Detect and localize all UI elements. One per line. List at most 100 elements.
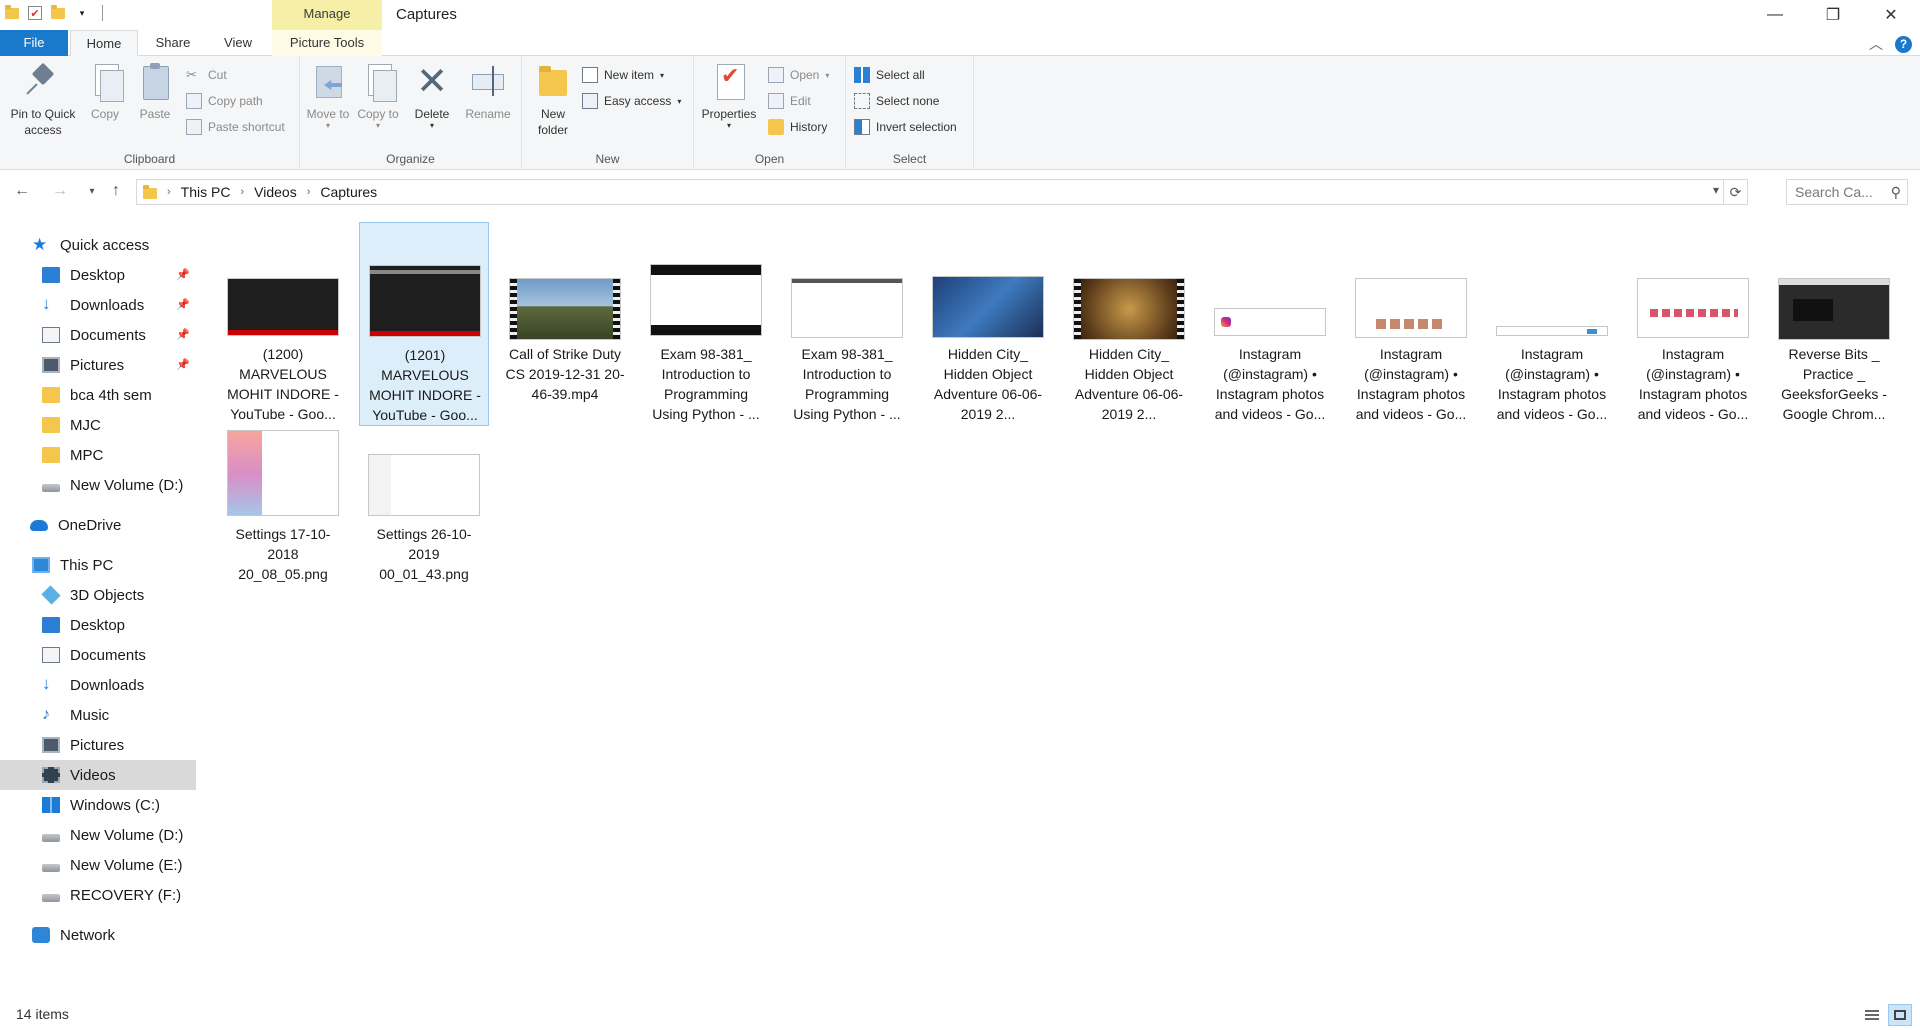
details-view-icon[interactable]: [1860, 1004, 1884, 1026]
help-icon[interactable]: ?: [1895, 35, 1912, 53]
nav-item-mpc[interactable]: MPC: [0, 440, 196, 470]
nav-item-downloads[interactable]: ↓ Downloads 📌: [0, 290, 196, 320]
file-item[interactable]: Exam 98-381_ Introduction to Programming…: [782, 222, 912, 426]
rename-icon: [470, 62, 506, 102]
invert-selection-button[interactable]: Invert selection: [854, 116, 957, 138]
tab-view[interactable]: View: [214, 30, 262, 56]
file-item[interactable]: Hidden City_ Hidden Object Adventure 06-…: [923, 222, 1053, 426]
breadcrumb-videos[interactable]: Videos: [254, 184, 297, 200]
file-item[interactable]: Instagram (@instagram) • Instagram photo…: [1205, 222, 1335, 426]
search-box[interactable]: Search Ca... ⚲: [1786, 179, 1908, 205]
new-folder-icon[interactable]: [50, 4, 66, 22]
back-arrow-icon[interactable]: ←: [12, 182, 32, 200]
minimize-button[interactable]: —: [1746, 0, 1804, 30]
history-button[interactable]: History: [768, 116, 827, 138]
tab-share[interactable]: Share: [150, 30, 196, 56]
drive-icon: [42, 864, 60, 872]
nav-item-bca-4th-sem[interactable]: bca 4th sem: [0, 380, 196, 410]
nav-onedrive[interactable]: OneDrive: [0, 510, 196, 540]
properties-button[interactable]: Properties ▾: [698, 62, 760, 130]
nav-item-recovery-f[interactable]: RECOVERY (F:): [0, 880, 196, 910]
forward-arrow-icon[interactable]: →: [50, 182, 70, 200]
computer-icon: [32, 557, 50, 573]
file-name: (1201) MARVELOUS MOHIT INDORE - YouTube …: [369, 347, 481, 423]
file-item[interactable]: (1201) MARVELOUS MOHIT INDORE - YouTube …: [359, 222, 489, 426]
new-folder-button[interactable]: New folder: [530, 62, 576, 138]
breadcrumb-separator-icon: ›: [240, 186, 245, 198]
nav-item-new-volume-d[interactable]: New Volume (D:): [0, 470, 196, 500]
file-item[interactable]: Instagram (@instagram) • Instagram photo…: [1628, 222, 1758, 426]
nav-item-pictures[interactable]: Pictures 📌: [0, 350, 196, 380]
up-arrow-icon[interactable]: ↑: [106, 182, 126, 200]
copy-path-button[interactable]: Copy path: [186, 90, 263, 112]
file-item[interactable]: Settings 17-10-2018 20_08_05.png: [218, 428, 348, 632]
file-item[interactable]: Settings 26-10-2019 00_01_43.png: [359, 428, 489, 632]
tab-picture-tools[interactable]: Picture Tools: [272, 30, 382, 56]
refresh-icon[interactable]: ⟳: [1723, 180, 1747, 204]
nav-network[interactable]: Network: [0, 920, 196, 950]
recent-locations-chevron-icon[interactable]: ▾: [82, 186, 102, 197]
file-item[interactable]: Call of Strike Duty CS 2019-12-31 20-46-…: [500, 222, 630, 426]
address-history-chevron-icon[interactable]: ▾: [1713, 183, 1719, 197]
move-to-button[interactable]: Move to ▾: [306, 62, 350, 130]
nav-item-mjc[interactable]: MJC: [0, 410, 196, 440]
open-button[interactable]: Open ▾: [768, 64, 829, 86]
nav-item-documents[interactable]: Documents 📌: [0, 320, 196, 350]
nav-item-new-volume-e[interactable]: New Volume (E:): [0, 850, 196, 880]
nav-item-desktop[interactable]: Desktop: [0, 610, 196, 640]
tab-home[interactable]: Home: [70, 30, 138, 57]
nav-item-downloads[interactable]: ↓ Downloads: [0, 670, 196, 700]
cut-button[interactable]: ✂ Cut: [186, 64, 227, 86]
manage-context-tab[interactable]: Manage: [272, 0, 382, 30]
copy-to-button[interactable]: Copy to ▾: [356, 62, 400, 130]
nav-item-label: Windows (C:): [70, 796, 161, 814]
properties-check-icon[interactable]: ✔: [28, 6, 42, 20]
nav-item-windows-c[interactable]: Windows (C:): [0, 790, 196, 820]
customize-toolbar-chevron-icon[interactable]: ▾: [74, 4, 90, 22]
folder-icon: [42, 387, 60, 403]
select-all-button[interactable]: Select all: [854, 64, 925, 86]
new-item-label: New item: [604, 68, 655, 82]
nav-item-music[interactable]: ♪ Music: [0, 700, 196, 730]
copy-button[interactable]: Copy: [84, 62, 126, 122]
close-button[interactable]: ✕: [1862, 0, 1920, 30]
file-name: Exam 98-381_ Introduction to Programming…: [652, 346, 760, 422]
file-item[interactable]: (1200) MARVELOUS MOHIT INDORE - YouTube …: [218, 222, 348, 426]
breadcrumb-captures[interactable]: Captures: [320, 184, 377, 200]
pinned-icon: 📌: [176, 269, 190, 281]
network-icon: [32, 927, 50, 943]
minimize-ribbon-chevron-icon[interactable]: ︿: [1869, 34, 1883, 54]
file-item[interactable]: Instagram (@instagram) • Instagram photo…: [1487, 222, 1617, 426]
nav-item-documents[interactable]: Documents: [0, 640, 196, 670]
nav-item-3d-objects[interactable]: 3D Objects: [0, 580, 196, 610]
tab-file[interactable]: File: [0, 30, 68, 56]
3d-objects-icon: [41, 585, 61, 605]
video-thumbnail: [369, 265, 481, 337]
file-item[interactable]: Reverse Bits _ Practice _ GeeksforGeeks …: [1769, 222, 1899, 426]
paste-shortcut-button[interactable]: Paste shortcut: [186, 116, 285, 138]
file-item[interactable]: Exam 98-381_ Introduction to Programming…: [641, 222, 771, 426]
nav-this-pc[interactable]: This PC: [0, 550, 196, 580]
nav-item-new-volume-d[interactable]: New Volume (D:): [0, 820, 196, 850]
address-bar[interactable]: › This PC › Videos › Captures ▾ ⟳: [136, 179, 1748, 205]
restore-button[interactable]: ❐: [1804, 0, 1862, 30]
file-item[interactable]: Hidden City_ Hidden Object Adventure 06-…: [1064, 222, 1194, 426]
paste-button[interactable]: Paste: [134, 62, 176, 122]
file-item[interactable]: Instagram (@instagram) • Instagram photo…: [1346, 222, 1476, 426]
nav-item-pictures[interactable]: Pictures: [0, 730, 196, 760]
select-none-button[interactable]: Select none: [854, 90, 939, 112]
nav-item-desktop[interactable]: Desktop 📌: [0, 260, 196, 290]
nav-quick-access[interactable]: ★ Quick access: [0, 230, 196, 260]
new-item-button[interactable]: New item ▾: [582, 64, 664, 86]
breadcrumb-this-pc[interactable]: This PC: [181, 184, 231, 200]
pin-to-quick-access-button[interactable]: Pin to Quick access: [4, 62, 82, 138]
new-group: New folder New item ▾ Easy access ▾ New: [522, 56, 694, 170]
navigation-bar: ← → ▾ ↑ › This PC › Videos › Captures ▾ …: [0, 176, 1920, 208]
rename-button[interactable]: Rename: [462, 62, 514, 122]
nav-item-videos[interactable]: Videos: [0, 760, 196, 790]
delete-button[interactable]: ✕ Delete ▾: [410, 62, 454, 130]
easy-access-button[interactable]: Easy access ▾: [582, 90, 681, 112]
dropdown-arrow-icon: ▾: [825, 70, 830, 80]
edit-button[interactable]: Edit: [768, 90, 811, 112]
large-icons-view-icon[interactable]: [1888, 1004, 1912, 1026]
